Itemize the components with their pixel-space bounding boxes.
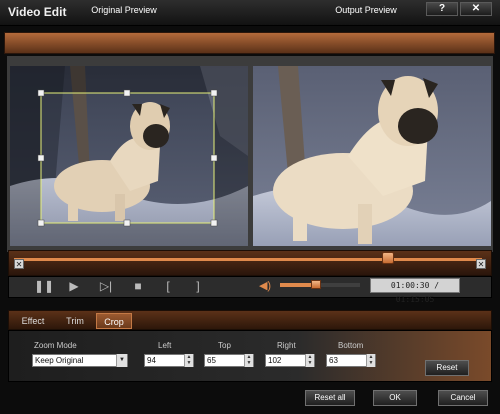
next-frame-icon[interactable]: ▷| <box>98 278 114 294</box>
reset-all-button[interactable]: Reset all <box>305 390 355 406</box>
play-icon[interactable]: ▶ <box>66 278 82 294</box>
timeline-bar <box>8 250 492 276</box>
top-field[interactable]: 65 ▲ ▼ <box>204 354 254 367</box>
stop-icon[interactable]: ■ <box>130 278 146 294</box>
time-display: 01:00:30 / 01:15:05 <box>370 278 460 304</box>
reset-button[interactable]: Reset <box>425 360 469 376</box>
chevron-down-icon: ▼ <box>116 354 127 367</box>
mark-in-icon[interactable]: [ <box>160 278 176 294</box>
zoom-mode-label: Zoom Mode <box>34 341 77 350</box>
left-label: Left <box>158 341 172 350</box>
tab-crop[interactable]: Crop <box>96 313 132 329</box>
original-preview[interactable] <box>10 66 248 246</box>
zoom-mode-value: Keep Original <box>35 356 84 365</box>
right-label: Right <box>277 341 296 350</box>
zoom-mode-select[interactable]: Keep Original ▼ <box>32 354 128 367</box>
top-spinner-icon[interactable]: ▲ ▼ <box>244 354 253 367</box>
trim-start-handle-icon[interactable]: ✕ <box>14 259 24 269</box>
volume-icon[interactable]: ◀) <box>257 278 273 294</box>
output-preview <box>253 66 491 246</box>
trim-end-handle-icon[interactable]: ✕ <box>476 259 486 269</box>
tab-trim[interactable]: Trim <box>58 313 92 329</box>
bottom-spinner-icon[interactable]: ▲ ▼ <box>366 354 375 367</box>
pause-icon[interactable]: ❚❚ <box>34 278 54 294</box>
bottom-value: 63 <box>329 356 338 365</box>
tab-effect[interactable]: Effect <box>16 313 50 329</box>
cancel-button[interactable]: Cancel <box>438 390 488 406</box>
right-field[interactable]: 102 ▲ ▼ <box>265 354 315 367</box>
left-field[interactable]: 94 ▲ ▼ <box>144 354 194 367</box>
bottom-label: Bottom <box>338 341 364 350</box>
output-preview-image <box>253 66 491 246</box>
original-preview-label: Original Preview <box>91 5 157 15</box>
ok-button[interactable]: OK <box>373 390 417 406</box>
top-label: Top <box>218 341 231 350</box>
right-spinner-icon[interactable]: ▲ ▼ <box>305 354 314 367</box>
left-value: 94 <box>147 356 156 365</box>
volume-handle[interactable] <box>311 280 321 289</box>
top-value: 65 <box>207 356 216 365</box>
right-value: 102 <box>268 356 282 365</box>
output-preview-label: Output Preview <box>335 5 397 15</box>
bottom-field[interactable]: 63 ▲ ▼ <box>326 354 376 367</box>
mark-out-icon[interactable]: ] <box>190 278 206 294</box>
original-preview-image <box>10 66 248 246</box>
left-spinner-icon[interactable]: ▲ ▼ <box>184 354 193 367</box>
timeline-track[interactable] <box>14 258 482 261</box>
preview-header <box>4 32 495 54</box>
timeline-scrubber[interactable] <box>382 252 395 264</box>
